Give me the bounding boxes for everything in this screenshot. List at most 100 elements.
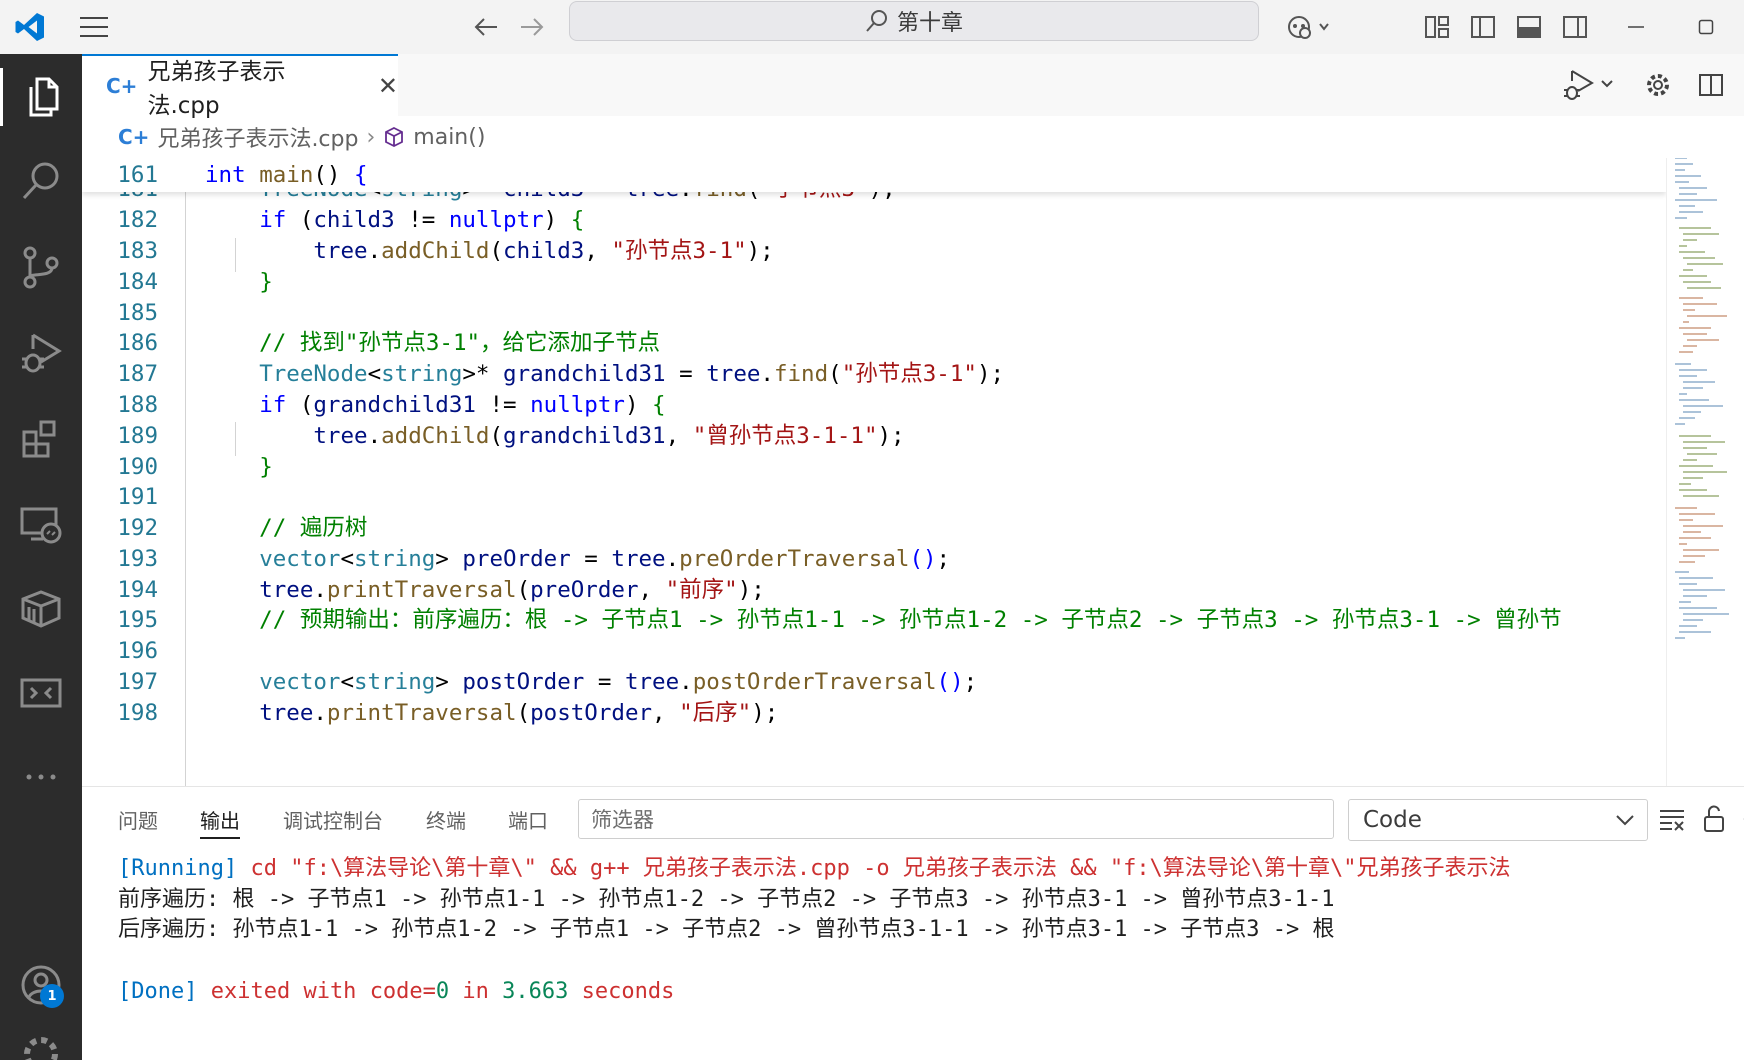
code-line: if (grandchild31 != nullptr) {: [205, 388, 666, 422]
package-icon[interactable]: [0, 574, 82, 644]
code-line: if (child3 != nullptr) {: [205, 203, 584, 237]
output-channel-select[interactable]: Code: [1348, 799, 1648, 841]
output-channel-value: Code: [1363, 807, 1422, 833]
cpp-file-icon: C+: [118, 125, 149, 149]
chevron-down-icon: [1615, 814, 1635, 826]
code-line: tree.printTraversal(preOrder, "前序");: [205, 573, 765, 607]
split-editor-icon[interactable]: [1698, 54, 1738, 116]
editor-tabs: C+ 兄弟孩子表示法.cpp ✕: [82, 54, 1744, 116]
line-number: 197: [82, 665, 158, 699]
line-number: 182: [82, 203, 158, 237]
toggle-panel-icon[interactable]: [1510, 0, 1548, 54]
accounts-badge: 1: [40, 984, 64, 1008]
vscode-logo-icon: [8, 0, 52, 54]
search-text: 第十章: [897, 5, 963, 37]
run-debug-icon: [1562, 68, 1618, 102]
code-line: // 预期输出：前序遍历：根 -> 子节点1 -> 孙节点1-1 -> 孙节点1…: [205, 603, 1562, 637]
more-icon[interactable]: [0, 742, 82, 812]
done-prefix: exited with: [211, 979, 357, 1004]
run-debug-dropdown[interactable]: [1562, 54, 1632, 116]
breadcrumb-file[interactable]: 兄弟孩子表示法.cpp: [157, 121, 358, 153]
minimize-icon[interactable]: [1616, 0, 1656, 54]
forward-arrow-icon[interactable]: [512, 0, 552, 54]
toggle-primary-sidebar-icon[interactable]: [1464, 0, 1502, 54]
output-line-running: [Running] cd "f:\算法导论\第十章\" && g++ 兄弟孩子表…: [118, 852, 1511, 886]
code-line: int main() {: [205, 158, 368, 192]
line-number: 195: [82, 603, 158, 637]
tab-label: 兄弟孩子表示法.cpp: [147, 52, 353, 120]
line-number: 183: [82, 234, 158, 268]
done-code-label: code=: [370, 979, 436, 1004]
line-number: 187: [82, 357, 158, 391]
done-code: 0: [436, 979, 449, 1004]
line-number: 186: [82, 326, 158, 360]
minimap[interactable]: [1666, 158, 1744, 786]
code-line: }: [205, 450, 273, 484]
more-actions-icon[interactable]: [1736, 799, 1744, 839]
tab-ports[interactable]: 端口: [508, 797, 548, 841]
filter-placeholder: 筛选器: [591, 804, 654, 834]
customize-layout-icon[interactable]: [1418, 0, 1456, 54]
toggle-secondary-sidebar-icon[interactable]: [1556, 0, 1594, 54]
done-time: 3.663: [502, 979, 568, 1004]
code-line: // 遍历树: [205, 511, 367, 545]
search-icon[interactable]: [0, 146, 82, 216]
maximize-icon[interactable]: [1686, 0, 1726, 54]
back-arrow-icon[interactable]: [466, 0, 506, 54]
gear-icon[interactable]: [1644, 54, 1684, 116]
command-center-search[interactable]: 第十章: [569, 1, 1259, 41]
line-number: 198: [82, 696, 158, 730]
extensions-icon[interactable]: [0, 404, 82, 474]
done-tag: [Done]: [118, 979, 197, 1004]
code-line: tree.addChild(child3, "孙节点3-1");: [205, 234, 774, 268]
method-cube-icon: [383, 126, 405, 148]
breadcrumb: C+ 兄弟孩子表示法.cpp › main(): [82, 116, 1662, 158]
code-line: tree.printTraversal(postOrder, "后序");: [205, 696, 778, 730]
code-line: }: [205, 265, 273, 299]
remote-explorer-icon[interactable]: [0, 490, 82, 560]
close-icon[interactable]: ✕: [378, 72, 398, 100]
menu-icon[interactable]: [72, 0, 116, 54]
output-line-done: [Done] exited with code=0 in 3.663 secon…: [118, 975, 674, 1009]
running-command: cd "f:\算法导论\第十章\" && g++ 兄弟孩子表示法.cpp -o …: [250, 856, 1510, 881]
run-debug-icon[interactable]: [0, 318, 82, 388]
line-number: 196: [82, 634, 158, 668]
line-number: 191: [82, 480, 158, 514]
lock-icon[interactable]: [1694, 799, 1734, 839]
editor-tab[interactable]: C+ 兄弟孩子表示法.cpp ✕: [82, 54, 398, 116]
code-editor[interactable]: 161 int main() { 181 TreeNode<string>* c…: [82, 158, 1666, 786]
activity-bar: 1: [0, 54, 82, 1060]
line-number: 189: [82, 419, 158, 453]
code-line: // 找到"孙节点3-1"，给它添加子节点: [205, 326, 660, 360]
tab-problems[interactable]: 问题: [118, 797, 158, 841]
source-control-icon[interactable]: [0, 232, 82, 302]
line-number: 193: [82, 542, 158, 576]
manage-gear-icon[interactable]: [0, 1032, 82, 1060]
search-icon: [865, 9, 889, 33]
line-number: 185: [82, 296, 158, 330]
copilot-icon[interactable]: [1280, 0, 1340, 54]
clear-output-icon[interactable]: [1652, 799, 1692, 839]
tab-debug-console[interactable]: 调试控制台: [283, 797, 383, 841]
indent-guide: [185, 192, 186, 786]
sticky-scroll[interactable]: 161 int main() {: [82, 158, 1666, 192]
tab-output[interactable]: 输出: [200, 797, 240, 841]
line-number: 188: [82, 388, 158, 422]
line-number: 184: [82, 265, 158, 299]
done-unit: seconds: [582, 979, 675, 1004]
cpp-file-icon: C+: [106, 74, 137, 98]
line-number: 190: [82, 450, 158, 484]
done-in: in: [462, 979, 489, 1004]
filter-input[interactable]: 筛选器: [578, 799, 1334, 839]
chevron-right-icon: ›: [366, 125, 375, 150]
accounts-icon[interactable]: 1: [0, 950, 82, 1020]
bottom-panel: 问题 输出 调试控制台 终端 端口 筛选器 Code [Running] cd …: [82, 786, 1744, 1061]
tab-terminal[interactable]: 终端: [426, 797, 466, 841]
code-line: TreeNode<string>* grandchild31 = tree.fi…: [205, 357, 1004, 391]
code-line: vector<string> preOrder = tree.preOrderT…: [205, 542, 950, 576]
remote-window-icon[interactable]: [0, 658, 82, 728]
explorer-icon[interactable]: [0, 62, 82, 132]
breadcrumb-symbol[interactable]: main(): [413, 125, 485, 150]
line-number: 194: [82, 573, 158, 607]
output-line-postorder: 后序遍历: 孙节点1-1 -> 孙节点1-2 -> 子节点1 -> 子节点2 -…: [118, 913, 1335, 947]
